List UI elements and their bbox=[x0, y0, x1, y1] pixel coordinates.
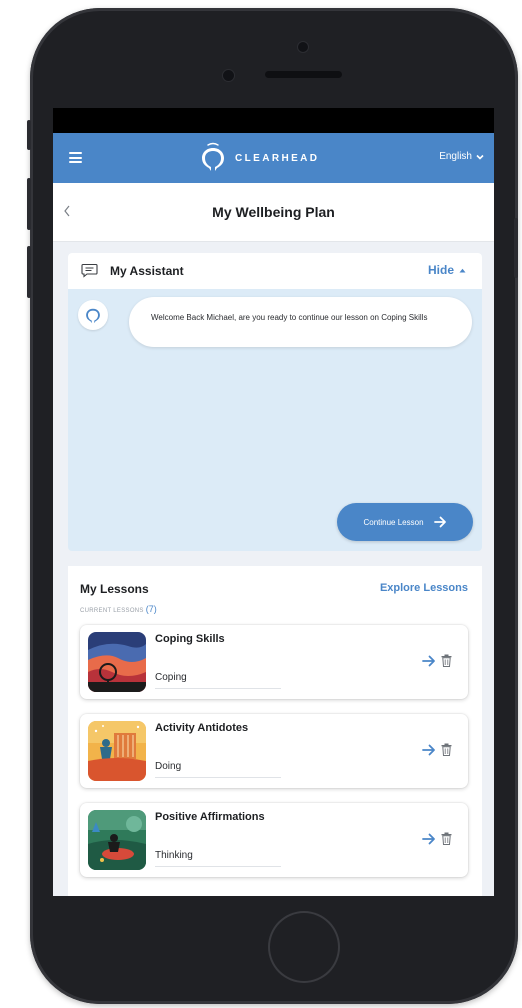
lesson-thumbnail bbox=[88, 721, 146, 781]
earpiece-speaker bbox=[265, 71, 342, 78]
language-label: English bbox=[439, 151, 472, 162]
current-lessons-text: CURRENT LESSONS bbox=[80, 608, 144, 614]
caret-up-icon bbox=[459, 268, 466, 272]
hamburger-icon[interactable] bbox=[69, 152, 82, 163]
arrow-right-icon[interactable] bbox=[422, 833, 436, 845]
lesson-category: Doing bbox=[155, 761, 182, 772]
lessons-section: My Lessons Explore Lessons CURRENT LESSO… bbox=[68, 566, 482, 896]
chevron-down-icon bbox=[476, 154, 484, 160]
lesson-title: Positive Affirmations bbox=[155, 811, 265, 823]
volume-down-button bbox=[27, 246, 31, 298]
lesson-divider bbox=[155, 866, 281, 867]
lesson-card-positive-affirmations[interactable]: Positive Affirmations Thinking bbox=[80, 803, 468, 877]
home-button[interactable] bbox=[268, 911, 340, 983]
arrow-right-icon[interactable] bbox=[422, 655, 436, 667]
lesson-thumbnail bbox=[88, 632, 146, 692]
hide-label: Hide bbox=[427, 263, 454, 277]
arrow-right-icon bbox=[433, 516, 446, 528]
lesson-card-activity-antidotes[interactable]: Activity Antidotes Doing bbox=[80, 714, 468, 788]
continue-lesson-label: Continue Lesson bbox=[363, 517, 424, 527]
lessons-title: My Lessons bbox=[80, 582, 149, 596]
brand-logo: CLEARHEAD bbox=[199, 142, 319, 174]
lesson-category: Coping bbox=[155, 672, 187, 683]
assistant-panel: My Assistant Hide Welcome Back Michael, … bbox=[68, 253, 482, 551]
assistant-message-bubble: Welcome Back Michael, are you ready to c… bbox=[129, 297, 472, 347]
lesson-card-coping-skills[interactable]: Coping Skills Coping bbox=[80, 625, 468, 699]
trash-icon[interactable] bbox=[441, 654, 452, 667]
hide-assistant-button[interactable]: Hide bbox=[428, 263, 466, 277]
trash-icon[interactable] bbox=[441, 832, 452, 845]
lesson-divider bbox=[155, 777, 281, 778]
assistant-avatar bbox=[78, 300, 108, 330]
trash-icon[interactable] bbox=[441, 743, 452, 756]
clearhead-logo-icon bbox=[202, 142, 224, 171]
brand-name: CLEARHEAD bbox=[235, 152, 320, 164]
app-screen: CLEARHEAD English My Wellbeing Plan My A… bbox=[53, 108, 494, 896]
status-bar bbox=[53, 108, 494, 133]
proximity-sensor bbox=[223, 70, 234, 81]
page-header: My Wellbeing Plan bbox=[53, 183, 494, 242]
front-camera bbox=[298, 42, 308, 52]
current-lessons-label: CURRENT LESSONS (7) bbox=[80, 604, 157, 614]
chat-bubble-icon bbox=[81, 263, 98, 278]
current-lessons-count: (7) bbox=[145, 604, 157, 614]
assistant-header: My Assistant Hide bbox=[68, 253, 482, 289]
assistant-message: Welcome Back Michael, are you ready to c… bbox=[151, 313, 428, 322]
language-selector[interactable]: English bbox=[439, 151, 484, 162]
volume-up-button bbox=[27, 178, 31, 230]
mute-switch bbox=[27, 120, 31, 150]
lesson-thumbnail bbox=[88, 810, 146, 870]
explore-lessons-link[interactable]: Explore Lessons bbox=[380, 582, 468, 594]
arrow-right-icon[interactable] bbox=[422, 744, 436, 756]
lesson-title: Coping Skills bbox=[155, 633, 225, 645]
lesson-title: Activity Antidotes bbox=[155, 722, 249, 734]
app-bar: CLEARHEAD English bbox=[53, 133, 494, 183]
lesson-divider bbox=[155, 688, 281, 689]
continue-lesson-button[interactable]: Continue Lesson bbox=[337, 503, 473, 541]
page-title: My Wellbeing Plan bbox=[212, 204, 335, 220]
lesson-category: Thinking bbox=[155, 850, 193, 861]
assistant-title: My Assistant bbox=[110, 264, 184, 278]
clearhead-logo-icon bbox=[86, 308, 100, 324]
power-button bbox=[514, 218, 518, 278]
